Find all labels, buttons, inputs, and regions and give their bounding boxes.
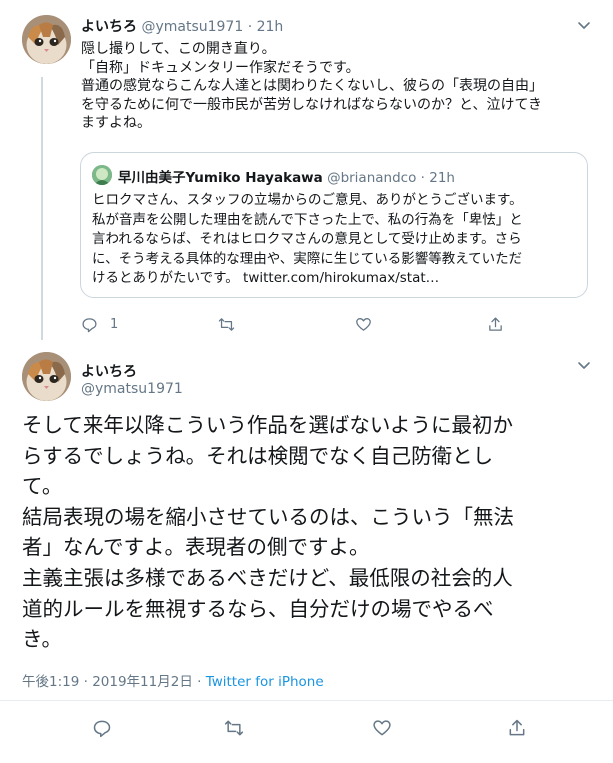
share-icon bbox=[489, 317, 502, 331]
handle[interactable]: @ymatsu1971 bbox=[81, 381, 183, 397]
quoted-handle: @brianandco bbox=[327, 170, 417, 186]
tweet-text: 隠し撮りして、この開き直り。 「自称」ドキュメンタリー作家だそうです。 普通の感… bbox=[81, 40, 586, 133]
tweet-source[interactable]: Twitter for iPhone bbox=[206, 674, 324, 690]
tweet-text-line: 隠し撮りして、この開き直り。 bbox=[81, 41, 276, 57]
reply-button[interactable] bbox=[92, 718, 112, 738]
quoted-header: 早川由美子Yumiko Hayakawa @brianandco · 21h bbox=[118, 166, 455, 186]
tweet-text-line: 主義主張は多様であるべきだけど、最低限の社会的人 bbox=[22, 565, 513, 590]
separator: · bbox=[420, 170, 425, 186]
quoted-avatar bbox=[92, 165, 112, 185]
tweet-text: そして来年以降こういう作品を選ばないように最初か らするでしょうね。それは検閲で… bbox=[22, 410, 592, 655]
reply-button[interactable]: 1 bbox=[81, 316, 118, 333]
quoted-tweet[interactable]: 早川由美子Yumiko Hayakawa @brianandco · 21h ヒ… bbox=[80, 152, 588, 298]
heart-icon bbox=[373, 720, 391, 736]
retweet-icon bbox=[224, 720, 244, 736]
tweet-actions bbox=[0, 718, 613, 738]
quoted-text-tail: けるとありがたいです。 bbox=[92, 270, 239, 287]
display-name[interactable]: よいちろ bbox=[81, 361, 137, 381]
retweet-icon bbox=[218, 318, 235, 331]
avatar[interactable] bbox=[22, 352, 71, 401]
quoted-avatar-image bbox=[92, 165, 112, 185]
chevron-down-icon[interactable] bbox=[576, 357, 592, 373]
tweet-text-line: らするでしょうね。それは検閲でなく自己防衛とし bbox=[22, 443, 494, 468]
heart-icon bbox=[356, 318, 371, 331]
share-icon bbox=[509, 719, 525, 736]
like-button[interactable] bbox=[355, 316, 372, 333]
tweet-meta: 午後1:19 · 2019年11月2日 · Twitter for iPhone bbox=[22, 670, 324, 690]
tweet-text-line: そして来年以降こういう作品を選ばないように最初か bbox=[22, 413, 513, 437]
display-name[interactable]: よいちろ bbox=[81, 19, 137, 35]
quoted-text: ヒロクマさん、スタッフの立場からのご意見、ありがとうございます。 私が音声を公開… bbox=[92, 191, 580, 289]
like-button[interactable] bbox=[372, 718, 392, 738]
separator: · bbox=[247, 19, 253, 35]
quoted-text-line: けるとありがたいです。 twitter.com/hirokumax/stat… bbox=[92, 269, 580, 289]
tweet-text-line: 結局表現の場を縮小させているのは、こういう「無法 bbox=[22, 504, 514, 529]
timestamp[interactable]: 21h bbox=[257, 19, 284, 35]
quoted-text-line: 言われるならば、それはヒロクマさんの意見として受け止めます。さら bbox=[92, 231, 522, 248]
share-button[interactable] bbox=[487, 316, 504, 333]
divider bbox=[0, 700, 613, 701]
kitten-avatar-image bbox=[22, 352, 71, 401]
reply-icon bbox=[82, 318, 97, 333]
quoted-text-line: ヒロクマさん、スタッフの立場からのご意見、ありがとうございます。 bbox=[92, 192, 523, 208]
reply-count: 1 bbox=[110, 317, 119, 332]
tweet-text-line: 普通の感覚ならこんな人達とは関わりたくないし、彼らの「表現の自由」 bbox=[81, 78, 543, 95]
quoted-timestamp: 21h bbox=[429, 170, 455, 186]
quoted-link[interactable]: twitter.com/hirokumax/stat… bbox=[243, 270, 439, 286]
quoted-text-line: に、そう考える具体的な理由や、実際に生じている影響等教えていただ bbox=[92, 250, 523, 267]
tweet-actions: 1 bbox=[81, 316, 511, 336]
tweet-text-line: 「自称」ドキュメンタリー作家だそうです。 bbox=[81, 59, 360, 76]
reply-icon bbox=[93, 720, 111, 738]
avatar[interactable] bbox=[22, 15, 71, 64]
tweet-text-line: 道的ルールを無視するなら、自分だけの場でやるべ bbox=[22, 596, 494, 621]
quoted-text-line: 私が音声を公開した理由を読んで下さった上で、私の行為を「卑怯」と bbox=[92, 211, 523, 228]
handle[interactable]: @ymatsu1971 bbox=[141, 19, 243, 35]
tweet-timestamp[interactable]: 午後1:19 · 2019年11月2日 · bbox=[22, 674, 201, 690]
quoted-display-name: 早川由美子Yumiko Hayakawa bbox=[118, 170, 323, 186]
tweet-text-line: を守るために何で一般市民が苦労しなければならないのか？と、泣けてき bbox=[81, 96, 543, 113]
tweet-text-line: ますよね。 bbox=[81, 115, 151, 132]
retweet-button[interactable] bbox=[218, 316, 235, 333]
share-button[interactable] bbox=[507, 718, 527, 738]
thread-line bbox=[41, 77, 43, 340]
tweet-text-line: き。 bbox=[22, 627, 62, 652]
kitten-avatar-image bbox=[22, 15, 71, 64]
tweet-header: よいちろ @ymatsu1971 · 21h bbox=[81, 16, 283, 36]
tweet-text-line: て。 bbox=[22, 474, 63, 499]
chevron-down-icon[interactable] bbox=[576, 17, 592, 33]
retweet-button[interactable] bbox=[224, 718, 244, 738]
tweet-text-line: 者」なんですよ。表現者の側ですよ。 bbox=[22, 535, 370, 560]
